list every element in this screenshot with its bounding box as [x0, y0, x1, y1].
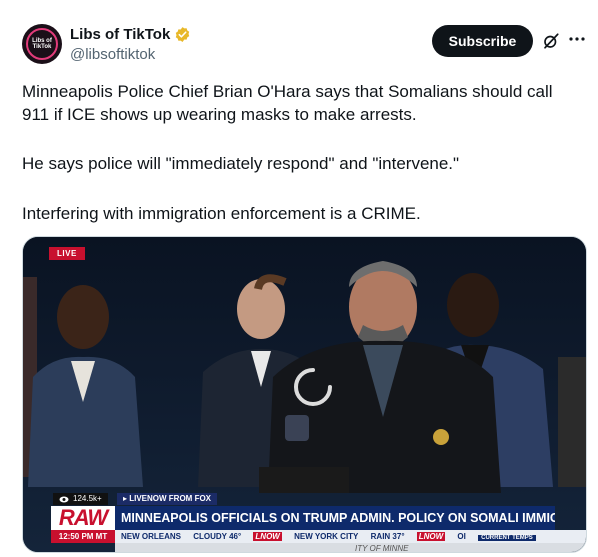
ticker-city-2: NEW YORK CITY: [294, 532, 359, 541]
ticker-city-1: NEW ORLEANS: [121, 532, 181, 541]
ticker-o1: OI: [457, 532, 466, 541]
ticker-weather-1: CLOUDY 46°: [193, 532, 242, 541]
video-player[interactable]: LIVE 124.5k+ ▸ LIVENOW FROM FOX RAW MINN…: [22, 236, 587, 553]
ticker-lnow-logo-1: LNOW: [253, 532, 282, 541]
tweet-paragraph-1: Minneapolis Police Chief Brian O'Hara sa…: [22, 82, 553, 124]
live-badge: LIVE: [49, 247, 85, 260]
ticker-lnow-logo-2: LNOW: [416, 532, 446, 541]
ticker-weather-2: RAIN 37°: [370, 532, 405, 541]
avatar[interactable]: Libs of TikTok: [22, 24, 62, 64]
author-handle[interactable]: @libsoftiktok: [70, 45, 191, 65]
podium: [259, 467, 349, 493]
more-icon[interactable]: [568, 30, 586, 48]
eye-icon: [59, 496, 69, 502]
person-far-right: [558, 357, 586, 487]
ticker-current-temps: CURRENT TEMPS: [478, 535, 536, 541]
author-display-name-row[interactable]: Libs of TikTok: [70, 25, 191, 44]
city-seal-text: ITY OF MINNE: [115, 543, 586, 552]
author-info: Libs of TikTok @libsoftiktok: [70, 25, 191, 65]
subscribe-button[interactable]: Subscribe: [432, 25, 533, 57]
avatar-logo: Libs of TikTok: [26, 28, 58, 60]
news-lower-third: 124.5k+ ▸ LIVENOW FROM FOX RAW MINNEAPOL…: [23, 493, 586, 552]
loading-spinner-icon: [294, 368, 332, 406]
source-tag: ▸ LIVENOW FROM FOX: [117, 493, 218, 505]
viewer-count-text: 124.5k+: [73, 494, 102, 503]
verified-badge-icon[interactable]: [174, 26, 191, 43]
broadcast-time: 12:50 PM MT: [51, 530, 115, 543]
tweet-paragraph-2: He says police will "immediately respond…: [22, 154, 460, 173]
avatar-text: Libs of TikTok: [32, 38, 52, 50]
weather-ticker: NEW ORLEANS CLOUDY 46° LNOW NEW YORK CIT…: [115, 530, 586, 543]
viewer-count: 124.5k+: [53, 493, 108, 505]
tweet-paragraph-3: Interfering with immigration enforcement…: [22, 204, 421, 223]
author-display-name[interactable]: Libs of TikTok: [70, 25, 170, 44]
grok-icon[interactable]: [542, 32, 560, 50]
raw-logo: RAW: [51, 506, 115, 530]
news-headline: MINNEAPOLIS OFFICIALS ON TRUMP ADMIN. PO…: [115, 506, 555, 530]
